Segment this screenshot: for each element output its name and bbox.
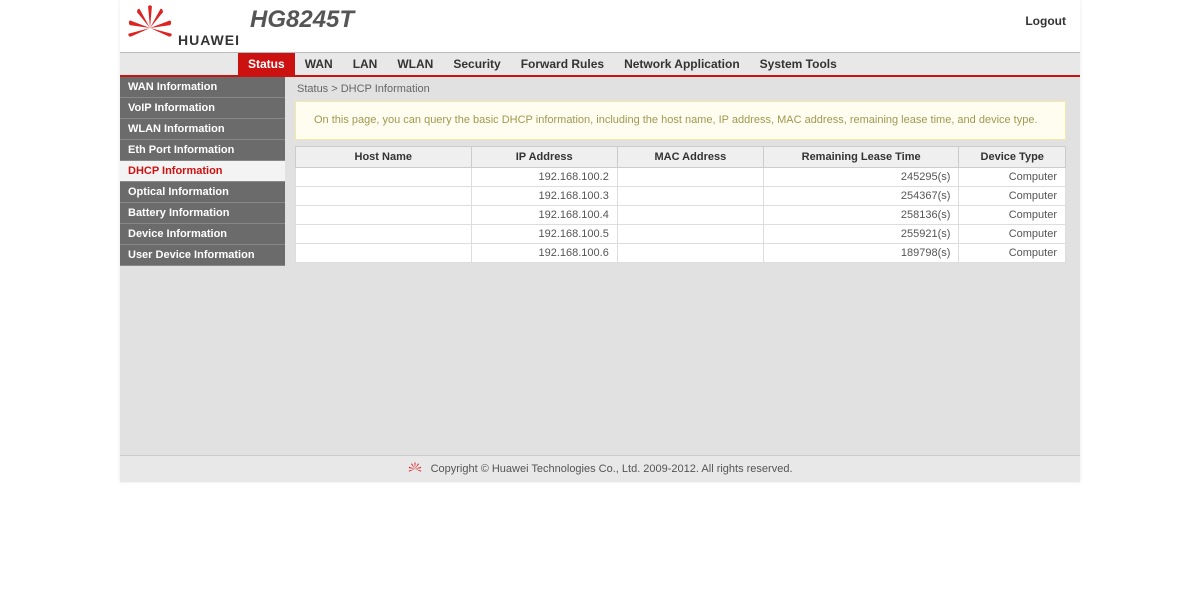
sidebar-item-eth-port-information[interactable]: Eth Port Information [120, 140, 285, 161]
sidebar-item-user-device-information[interactable]: User Device Information [120, 245, 285, 266]
col-mac-address: MAC Address [617, 146, 763, 167]
logout-link[interactable]: Logout [1025, 14, 1066, 28]
cell: 192.168.100.5 [471, 224, 617, 243]
topnav-item-wan[interactable]: WAN [295, 53, 343, 75]
cell: Computer [959, 205, 1066, 224]
table-row: 192.168.100.6 189798(s)Computer [296, 243, 1066, 262]
footer: Copyright © Huawei Technologies Co., Ltd… [120, 455, 1080, 482]
huawei-logo-icon [408, 462, 422, 476]
brand-block: HUAWEI [126, 0, 240, 52]
footer-text: Copyright © Huawei Technologies Co., Ltd… [431, 463, 793, 475]
sidebar-item-device-information[interactable]: Device Information [120, 224, 285, 245]
sidebar-item-dhcp-information[interactable]: DHCP Information [120, 161, 285, 182]
sidebar-item-voip-information[interactable]: VoIP Information [120, 98, 285, 119]
sidebar-item-wlan-information[interactable]: WLAN Information [120, 119, 285, 140]
sidebar: WAN InformationVoIP InformationWLAN Info… [120, 77, 285, 455]
cell: 258136(s) [763, 205, 959, 224]
brand-text: HUAWEI [178, 32, 240, 48]
header: HUAWEI HG8245T Logout [120, 0, 1080, 52]
table-row: 192.168.100.4 258136(s)Computer [296, 205, 1066, 224]
model-label: HG8245T [250, 6, 354, 34]
cell: Computer [959, 224, 1066, 243]
cell [617, 243, 763, 262]
sidebar-item-optical-information[interactable]: Optical Information [120, 182, 285, 203]
topnav-item-security[interactable]: Security [443, 53, 510, 75]
main-panel: Status > DHCP Information On this page, … [285, 77, 1080, 455]
cell [296, 205, 472, 224]
table-row: 192.168.100.2 245295(s)Computer [296, 167, 1066, 186]
table-body: 192.168.100.2245295(s)Computer192.168.10… [296, 167, 1066, 262]
cell: 189798(s) [763, 243, 959, 262]
topnav-item-lan[interactable]: LAN [343, 53, 388, 75]
cell [296, 186, 472, 205]
cell [296, 243, 472, 262]
col-host-name: Host Name [296, 146, 472, 167]
cell: 255921(s) [763, 224, 959, 243]
cell: 245295(s) [763, 167, 959, 186]
sidebar-item-wan-information[interactable]: WAN Information [120, 77, 285, 98]
col-remaining-lease-time: Remaining Lease Time [763, 146, 959, 167]
cell [296, 224, 472, 243]
cell: Computer [959, 243, 1066, 262]
cell: 192.168.100.6 [471, 243, 617, 262]
table-header-row: Host NameIP AddressMAC AddressRemaining … [296, 146, 1066, 167]
cell: 254367(s) [763, 186, 959, 205]
topnav-item-forward-rules[interactable]: Forward Rules [511, 53, 614, 75]
table-row: 192.168.100.3 254367(s)Computer [296, 186, 1066, 205]
table-row: 192.168.100.5 255921(s)Computer [296, 224, 1066, 243]
app-frame: HUAWEI HG8245T Logout StatusWANLANWLANSe… [120, 0, 1080, 482]
breadcrumb: Status > DHCP Information [295, 77, 1066, 101]
cell [617, 186, 763, 205]
cell [617, 224, 763, 243]
cell: 192.168.100.2 [471, 167, 617, 186]
sidebar-item-battery-information[interactable]: Battery Information [120, 203, 285, 224]
cell: 192.168.100.4 [471, 205, 617, 224]
topnav-item-network-application[interactable]: Network Application [614, 53, 750, 75]
huawei-logo-icon [126, 4, 174, 52]
cell: Computer [959, 167, 1066, 186]
col-device-type: Device Type [959, 146, 1066, 167]
cell: Computer [959, 186, 1066, 205]
info-box: On this page, you can query the basic DH… [295, 101, 1066, 140]
cell [617, 167, 763, 186]
cell [617, 205, 763, 224]
topnav-item-wlan[interactable]: WLAN [387, 53, 443, 75]
topnav-item-system-tools[interactable]: System Tools [750, 53, 847, 75]
cell [296, 167, 472, 186]
top-nav: StatusWANLANWLANSecurityForward RulesNet… [120, 52, 1080, 77]
col-ip-address: IP Address [471, 146, 617, 167]
cell: 192.168.100.3 [471, 186, 617, 205]
topnav-item-status[interactable]: Status [238, 53, 295, 75]
body: WAN InformationVoIP InformationWLAN Info… [120, 77, 1080, 455]
dhcp-table: Host NameIP AddressMAC AddressRemaining … [295, 146, 1066, 263]
